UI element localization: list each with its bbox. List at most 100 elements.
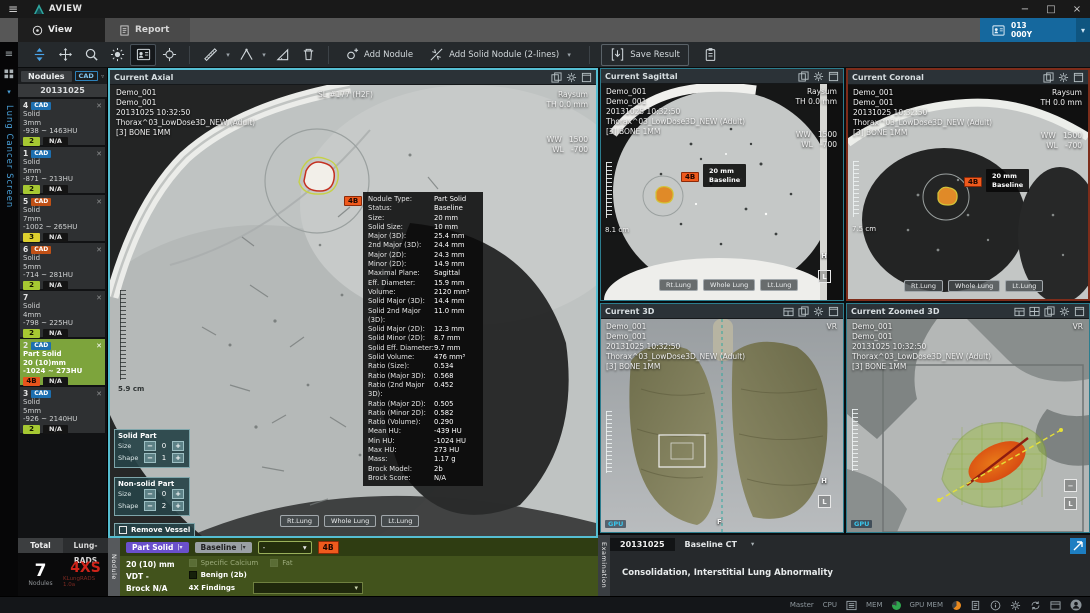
zoomed3d-panel[interactable]: Current Zoomed 3D [846, 303, 1090, 533]
nodule-card[interactable]: 1 CAD ✕ Solid 5mm -871 ~ 213HU 2 N/A [20, 147, 105, 193]
nodule-extra-dropdown[interactable]: -▾ [258, 541, 312, 554]
minus-button[interactable]: − [144, 441, 156, 451]
scroll-slices-tool[interactable] [26, 44, 52, 66]
lung-region-button[interactable]: Lt.Lung [760, 279, 798, 291]
lung-region-button[interactable]: Lt.Lung [381, 515, 419, 527]
settings-icon[interactable] [566, 72, 577, 83]
snapshot-icon[interactable] [783, 306, 794, 317]
localizer-tool[interactable] [156, 44, 182, 66]
plus-button[interactable]: + [172, 453, 184, 463]
cad-filter-toggle[interactable]: CAD [75, 71, 98, 81]
close-icon[interactable]: ✕ [96, 150, 102, 158]
export-icon[interactable] [1043, 72, 1054, 83]
add-nodule-button[interactable]: Add Nodule [336, 44, 421, 66]
volume3d-viewport[interactable]: Demo_001Demo_00120131025 10:32:50Thorax^… [601, 319, 843, 532]
specific-calcium-checkbox[interactable]: Specific Calcium [189, 559, 259, 567]
settings-icon[interactable] [1058, 72, 1069, 83]
nodule-card[interactable]: 2 CAD ✕ Part Solid 20 (10)mm -1024 ~ 273… [20, 339, 105, 385]
maximize-button[interactable]: □ [1038, 0, 1064, 18]
nodules-title[interactable]: Nodules [21, 71, 72, 82]
patient-badge[interactable]: 013 000Y ▾ [980, 18, 1090, 42]
log-icon[interactable] [970, 600, 981, 611]
examination-tab[interactable]: Examination [598, 535, 610, 596]
patient-dropdown-caret[interactable]: ▾ [1076, 18, 1090, 42]
maximize-icon[interactable] [581, 72, 592, 83]
nodule-card[interactable]: 6 CAD ✕ Solid 5mm -714 ~ 281HU 2 N/A [20, 243, 105, 289]
sync-icon[interactable] [1030, 600, 1041, 611]
coronal-viewport[interactable]: Demo_001Demo_00120131025 10:32:50Thorax^… [848, 85, 1088, 299]
cobb-angle-tool[interactable] [269, 44, 295, 66]
tab-view[interactable]: View [18, 18, 105, 42]
zoomed3d-viewport[interactable]: Demo_001Demo_00120131025 10:32:50Thorax^… [847, 319, 1089, 532]
close-icon[interactable]: ✕ [96, 390, 102, 398]
ruler-dropdown-caret[interactable]: ▾ [223, 51, 233, 59]
maximize-icon[interactable] [828, 71, 839, 82]
nodule-4b-badge[interactable]: 4B [344, 196, 362, 206]
lung-region-button[interactable]: Whole Lung [324, 515, 376, 527]
nodule-4b-badge[interactable]: 4B [964, 177, 982, 187]
lungrads-tab[interactable]: Lung-RADS [63, 538, 108, 553]
nodule-card[interactable]: 3 CAD ✕ Solid 5mm -926 ~ 2140HU 2 N/A [20, 387, 105, 433]
benign-checkbox[interactable]: Benign (2b) [189, 571, 247, 579]
lung-region-button[interactable]: Whole Lung [948, 280, 1000, 292]
filter-icon[interactable] [101, 71, 104, 82]
module-label[interactable]: Lung Cancer Screen [4, 105, 14, 208]
lung-region-button[interactable]: Rt.Lung [904, 280, 943, 292]
close-icon[interactable]: ✕ [96, 294, 102, 302]
nodule-type-dropdown[interactable]: Part Solid|▾ [126, 542, 189, 553]
lung-region-button[interactable]: Whole Lung [703, 279, 755, 291]
sagittal-panel[interactable]: Current Sagittal [600, 68, 844, 301]
plus-button[interactable]: + [172, 501, 184, 511]
close-button[interactable]: × [1064, 0, 1090, 18]
export-icon[interactable] [798, 306, 809, 317]
nodule-4b-badge[interactable]: 4B [681, 172, 699, 182]
sagittal-viewport[interactable]: Demo_001Demo_00120131025 10:32:50Thorax^… [601, 84, 843, 300]
tab-report[interactable]: Report [105, 18, 190, 42]
study-date[interactable]: 20131025 [18, 84, 107, 97]
lung-region-button[interactable]: Rt.Lung [659, 279, 698, 291]
window-level-tool[interactable] [104, 44, 130, 66]
snapshot-icon[interactable] [1014, 306, 1025, 317]
add-solid-dropdown-caret[interactable]: ▾ [564, 51, 574, 59]
minus-button[interactable]: − [144, 453, 156, 463]
exam-date-tab[interactable]: 20131025 [610, 538, 675, 551]
axial-viewport[interactable]: Demo_001Demo_00120131025 10:32:50Thorax^… [110, 85, 596, 536]
delete-tool[interactable] [295, 44, 321, 66]
patient-info-overlay-tool[interactable] [130, 44, 156, 66]
lung-region-button[interactable]: Lt.Lung [1005, 280, 1043, 292]
hamburger-menu-icon[interactable]: ≡ [0, 2, 26, 16]
nodule-card[interactable]: 4 CAD ✕ Solid 3mm -938 ~ 1463HU 2 N/A [20, 99, 105, 145]
expand-button[interactable] [1070, 538, 1086, 554]
maximize-icon[interactable] [828, 306, 839, 317]
coronal-panel[interactable]: Current Coronal [846, 68, 1090, 301]
zoom-tool[interactable] [78, 44, 104, 66]
lung-region-button[interactable]: Rt.Lung [280, 515, 319, 527]
export-icon[interactable] [798, 71, 809, 82]
fat-checkbox[interactable]: Fat [270, 559, 292, 567]
nodule-status-dropdown[interactable]: Baseline|▾ [195, 542, 252, 553]
maximize-icon[interactable] [1073, 72, 1084, 83]
plus-button[interactable]: + [172, 441, 184, 451]
zoom-out-box[interactable]: − [1064, 479, 1077, 492]
minus-button[interactable]: − [144, 501, 156, 511]
user-avatar-icon[interactable] [1070, 599, 1082, 611]
close-icon[interactable]: ✕ [96, 102, 102, 110]
settings-icon[interactable] [1010, 600, 1021, 611]
pan-tool[interactable] [52, 44, 78, 66]
settings-icon[interactable] [813, 71, 824, 82]
axial-panel[interactable]: Current Axial [108, 68, 598, 538]
rail-grid-icon[interactable] [4, 69, 14, 79]
plus-button[interactable]: + [172, 489, 184, 499]
settings-icon[interactable] [1059, 306, 1070, 317]
minus-button[interactable]: − [144, 489, 156, 499]
rail-menu-icon[interactable]: ≡ [5, 50, 13, 60]
nodule-card[interactable]: 5 CAD ✕ Solid 7mm -1002 ~ 265HU 3 N/A [20, 195, 105, 241]
total-tab[interactable]: Total [18, 538, 63, 553]
maximize-icon[interactable] [1074, 306, 1085, 317]
clipboard-tool[interactable] [697, 44, 723, 66]
info-icon[interactable] [990, 600, 1001, 611]
window-layout-icon[interactable] [1050, 600, 1061, 611]
settings-icon[interactable] [813, 306, 824, 317]
volume3d-panel[interactable]: Current 3D [600, 303, 844, 533]
close-icon[interactable]: ✕ [96, 246, 102, 254]
